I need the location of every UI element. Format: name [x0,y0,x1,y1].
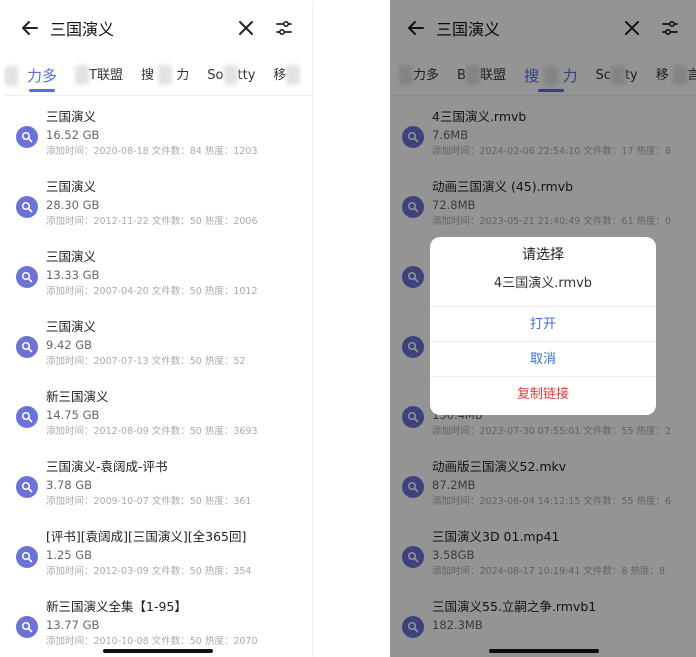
left-screen: 三国演义 力多 T联盟 搜 力 So tty 移 三国演义 16.52 GB 添加时间… [4,0,312,657]
home-indicator[interactable] [103,649,213,653]
magnet-search-icon [16,546,38,568]
result-size: 9.42 GB [46,338,93,352]
result-list: 三国演义 16.52 GB 添加时间：2020-08-18 文件数：84 热度：12… [4,100,312,657]
magnet-search-icon [16,336,38,358]
dialog-title: 请选择 [522,247,564,263]
tab-label: 搜 [140,67,154,83]
result-size: 1.25 GB [46,548,93,562]
magnet-search-icon [16,196,38,218]
result-size: 13.33 GB [46,268,100,282]
magnet-search-icon [16,616,38,638]
tab-label: 移 [273,67,287,83]
result-size: 14.75 GB [46,408,100,422]
result-meta: 添加时间：2012-11-22 文件数：50 热度：2006 [46,216,258,227]
magnet-search-icon [16,476,38,498]
tab-source-5[interactable]: 移 [264,56,309,96]
dialog-message: 4三国演义.rmvb [430,271,656,307]
result-name: [评书][袁阔成][三国演义][全365回] [46,529,247,544]
result-name: 三国演义 [46,109,97,124]
tab-source-3[interactable]: 搜 力 [132,56,198,96]
filter-sliders-icon[interactable] [268,12,300,44]
result-item[interactable]: 新三国演义全集【1-95】 13.77 GB 添加时间：2010-10-08 文件数… [4,590,312,657]
source-tabs: 力多 T联盟 搜 力 So tty 移 [4,56,312,96]
result-size: 3.78 GB [46,478,93,492]
result-meta: 添加时间：2012-08-09 文件数：50 热度：3693 [46,426,258,437]
result-meta: 添加时间：2010-10-08 文件数：50 热度：2070 [46,636,258,647]
result-item[interactable]: 三国演义 13.33 GB 添加时间：2007-04-20 文件数：50 热度：10… [4,240,312,310]
result-item[interactable]: 新三国演义 14.75 GB 添加时间：2012-08-09 文件数：50 热度：3… [4,380,312,450]
close-icon[interactable] [230,12,262,44]
result-meta: 添加时间：2007-04-20 文件数：50 热度：1012 [46,286,258,297]
result-size: 13.77 GB [46,618,100,632]
tab-label: 力 [176,67,190,83]
back-arrow-icon[interactable] [16,14,44,42]
tab-label: T联盟 [89,67,123,83]
result-item[interactable]: 三国演义 28.30 GB 添加时间：2012-11-22 文件数：50 热度：20… [4,170,312,240]
tab-source-1[interactable]: 力多 [18,56,66,96]
result-meta: 添加时间：2012-03-09 文件数：50 热度：354 [46,566,252,577]
magnet-search-icon [16,266,38,288]
search-query[interactable]: 三国演义 [50,16,224,40]
result-name: 新三国演义 [46,389,109,404]
result-name: 新三国演义全集【1-95】 [46,599,187,614]
result-size: 28.30 GB [46,198,100,212]
tab-label: tty [237,67,256,83]
result-name: 三国演义 [46,319,97,334]
result-item[interactable]: 三国演义-袁阔成-评书 3.78 GB 添加时间：2009-10-07 文件数：50… [4,450,312,520]
tab-source-2[interactable]: T联盟 [66,56,132,96]
result-size: 16.52 GB [46,128,100,142]
blurred-region [4,65,18,86]
cancel-button[interactable]: 取消 [430,342,656,377]
tab-source-4[interactable]: So tty [198,56,264,96]
right-screen: 三国演义 力多 B 联盟 搜 力 Sc ty 移 言 4三国演义.rmvb 7.6MB… [390,0,696,657]
result-meta: 添加时间：2007-07-13 文件数：50 热度：52 [46,356,246,367]
result-item[interactable]: 三国演义 16.52 GB 添加时间：2020-08-18 文件数：84 热度：12… [4,100,312,170]
result-item[interactable]: 三国演义 9.42 GB 添加时间：2007-07-13 文件数：50 热度：52 [4,310,312,380]
open-button[interactable]: 打开 [430,307,656,342]
magnet-search-icon [16,406,38,428]
magnet-search-icon [16,126,38,148]
result-name: 三国演义-袁阔成-评书 [46,459,168,474]
result-meta: 添加时间：2020-08-18 文件数：84 热度：1203 [46,146,258,157]
tab-label: So [207,67,224,83]
result-name: 三国演义 [46,179,97,194]
choose-action-dialog: 请选择 4三国演义.rmvb 打开 取消 复制链接 [430,237,656,415]
result-meta: 添加时间：2009-10-07 文件数：50 热度：361 [46,496,252,507]
search-header: 三国演义 [4,0,312,56]
result-item[interactable]: [评书][袁阔成][三国演义][全365回] 1.25 GB 添加时间：2012-0… [4,520,312,590]
copy-link-button[interactable]: 复制链接 [430,377,656,412]
result-name: 三国演义 [46,249,97,264]
